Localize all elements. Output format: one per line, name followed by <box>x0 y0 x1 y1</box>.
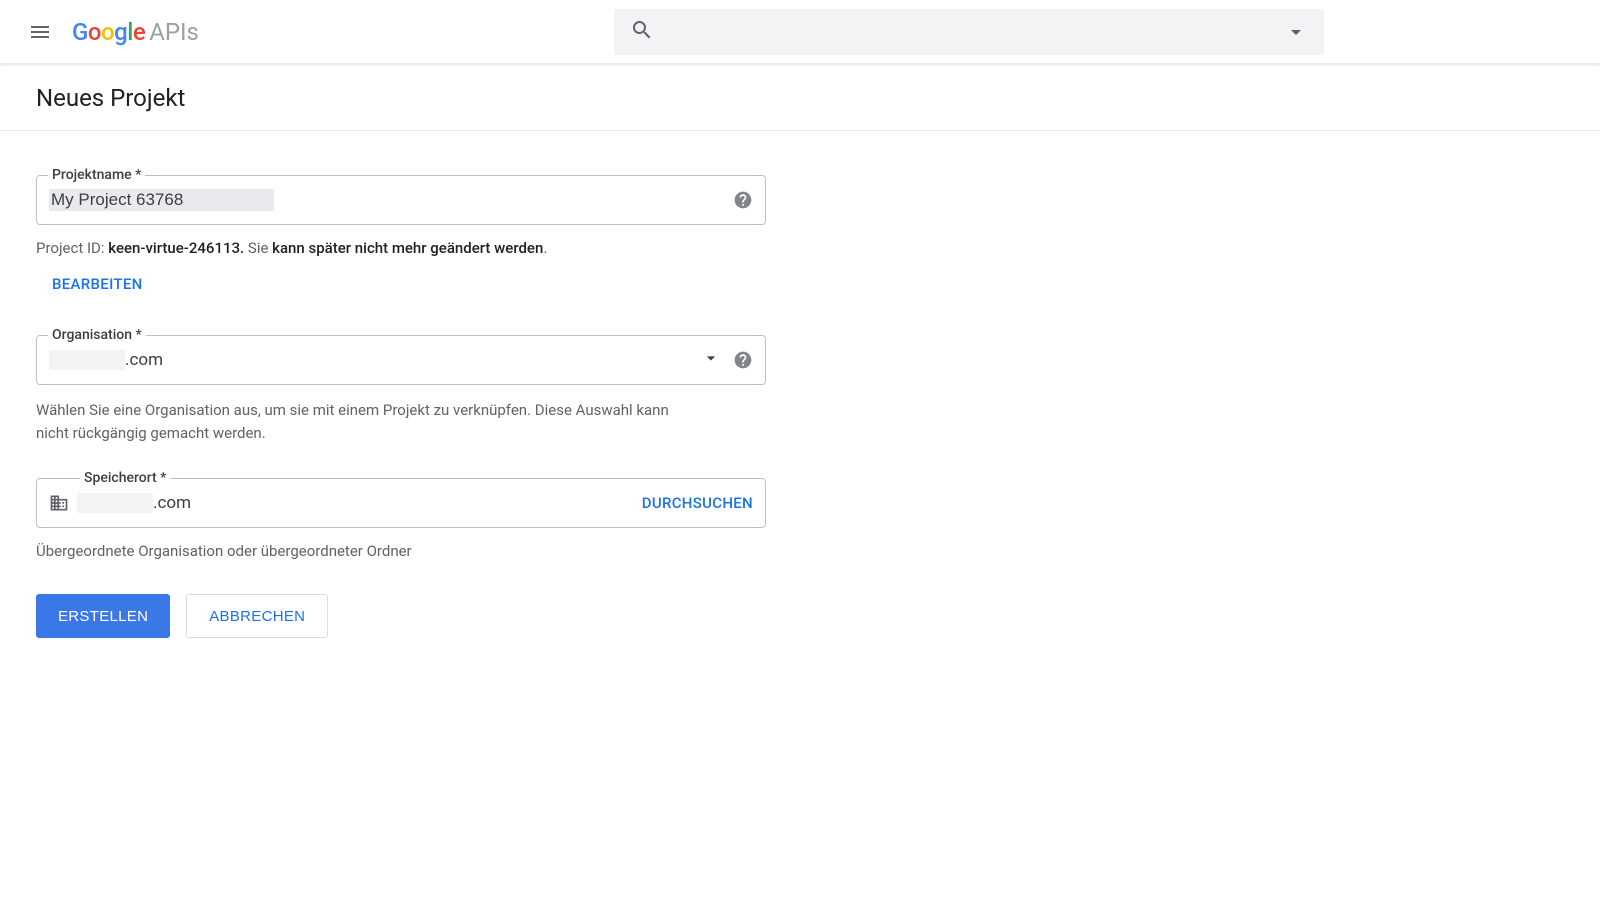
location-helper: Übergeordnete Organisation oder übergeor… <box>36 542 774 560</box>
search-input[interactable] <box>670 23 1284 41</box>
project-id-trail2: kann später nicht mehr geändert werden <box>272 239 543 257</box>
help-icon[interactable] <box>733 190 753 210</box>
project-name-input[interactable] <box>49 189 274 211</box>
edit-project-id-button[interactable]: BEARBEITEN <box>52 275 774 293</box>
search-icon <box>630 18 654 46</box>
search-dropdown-icon[interactable] <box>1284 20 1308 44</box>
location-suffix: .com <box>153 493 191 513</box>
search-box[interactable] <box>614 9 1324 55</box>
project-name-field: Projektname * <box>36 175 774 225</box>
cancel-button[interactable]: ABBRECHEN <box>186 594 328 638</box>
button-row: ERSTELLEN ABBRECHEN <box>36 594 774 638</box>
create-button[interactable]: ERSTELLEN <box>36 594 170 638</box>
location-field: Speicherort * .com DURCHSUCHEN <box>36 478 774 528</box>
logo-suffix: APIs <box>149 18 199 46</box>
project-id-lead: Project ID: <box>36 239 108 257</box>
location-label: Speicherort * <box>80 470 170 486</box>
organisation-value: .com <box>49 350 701 370</box>
logo: Google APIs <box>72 18 199 46</box>
page-title: Neues Projekt <box>0 64 1600 131</box>
chevron-down-icon <box>701 348 721 372</box>
browse-button[interactable]: DURCHSUCHEN <box>642 494 753 512</box>
location-redacted-prefix <box>77 493 153 513</box>
create-project-form: Projektname * Project ID: keen-virtue-24… <box>0 131 810 670</box>
organisation-suffix: .com <box>125 350 163 370</box>
logo-google-text: Google <box>72 18 145 46</box>
project-id-trail1: Sie <box>244 239 272 257</box>
organisation-helper: Wählen Sie eine Organisation aus, um sie… <box>36 399 676 444</box>
organisation-field: Organisation * .com <box>36 335 774 385</box>
project-id-value: keen-virtue-246113. <box>108 239 244 257</box>
organisation-label: Organisation * <box>48 327 146 343</box>
organisation-redacted-prefix <box>49 350 125 370</box>
header-bar: Google APIs <box>0 0 1600 64</box>
project-name-box[interactable] <box>36 175 766 225</box>
hamburger-menu-icon[interactable] <box>16 8 64 56</box>
help-icon[interactable] <box>733 350 753 370</box>
project-name-label: Projektname * <box>48 167 145 183</box>
building-icon <box>49 493 69 513</box>
project-id-helper: Project ID: keen-virtue-246113. Sie kann… <box>36 239 774 257</box>
